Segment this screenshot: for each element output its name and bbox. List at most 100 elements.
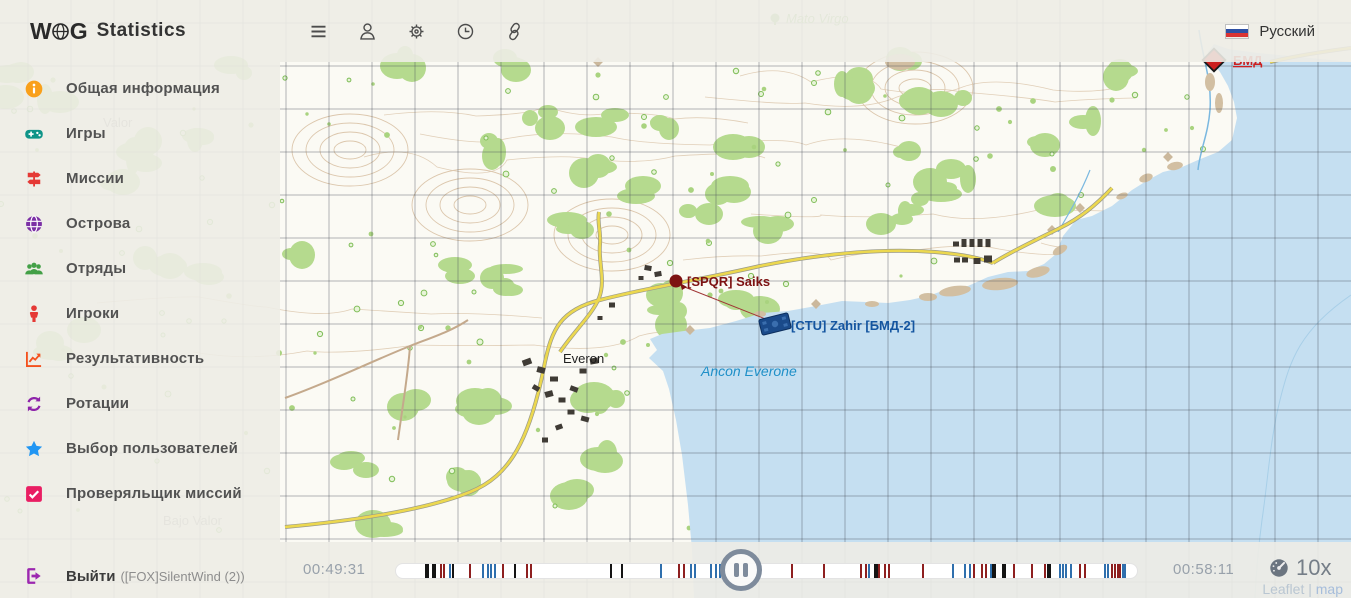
timeline-event-tick — [888, 564, 890, 578]
language-selector[interactable]: Русский — [1225, 23, 1351, 40]
timeline-event-tick — [683, 564, 685, 578]
timeline-event-tick — [440, 564, 442, 578]
timeline-event-tick — [1002, 564, 1006, 578]
timeline-event-tick — [1079, 564, 1081, 578]
sidebar-item-sync[interactable]: Ротации — [0, 381, 280, 426]
sidebar-item-label: Общая информация — [66, 80, 220, 97]
map-label: Ancon Everone — [700, 363, 797, 379]
svg-text:[CTU] Zahir [БМД-2]: [CTU] Zahir [БМД-2] — [791, 318, 915, 333]
timeline-event-tick — [469, 564, 471, 578]
timeline-event-tick — [1070, 564, 1072, 578]
speedometer-icon — [1268, 557, 1290, 579]
pause-bar-icon — [734, 563, 739, 577]
sidebar-item-label: Игроки — [66, 305, 119, 322]
sidebar-item-label: Результативность — [66, 350, 204, 367]
top-nav-icons — [280, 20, 525, 42]
sidebar-item-label: Отряды — [66, 260, 126, 277]
timeline-event-tick — [981, 564, 983, 578]
logo-mark: W G — [30, 18, 87, 45]
timeline-event-tick — [1124, 564, 1126, 578]
timeline-event-tick — [502, 564, 504, 578]
settings-icon[interactable] — [405, 20, 427, 42]
timeline-event-tick — [694, 564, 696, 578]
language-label: Русский — [1259, 23, 1315, 40]
sidebar-item-logout[interactable]: Выйти ([FOX]SilentWind (2)) — [0, 554, 280, 598]
sidebar-item-label: Ротации — [66, 395, 129, 412]
timeline-event-tick — [660, 564, 662, 578]
sidebar-item-globe[interactable]: Острова — [0, 201, 280, 246]
sidebar-item-signpost[interactable]: Миссии — [0, 156, 280, 201]
timeline-bar: 00:49:31 00:58:11 10x Leaflet | map — [280, 542, 1351, 598]
timeline-event-tick — [860, 564, 862, 578]
sidebar-item-checkbox[interactable]: Проверяльщик миссий — [0, 471, 280, 516]
gamepad-icon — [24, 124, 44, 144]
timeline-seekbar[interactable] — [395, 563, 1138, 579]
timeline-event-tick — [482, 564, 484, 578]
globe-logo-icon — [51, 22, 70, 41]
map-label: Everon — [563, 351, 604, 366]
info-icon — [24, 79, 44, 99]
timeline-event-tick — [526, 564, 528, 578]
timeline-event-tick — [1059, 564, 1061, 578]
user-icon[interactable] — [356, 20, 378, 42]
logout-label: Выйти — [66, 568, 115, 585]
timeline-event-tick — [449, 564, 451, 578]
timeline-event-tick — [530, 564, 532, 578]
sidebar-item-users[interactable]: Отряды — [0, 246, 280, 291]
timeline-event-tick — [865, 564, 867, 578]
logout-icon — [24, 566, 44, 586]
sidebar-item-label: Выбор пользователей — [66, 440, 238, 457]
timeline-event-tick — [952, 564, 954, 578]
sidebar-item-gamepad[interactable]: Игры — [0, 111, 280, 156]
timeline-event-tick — [969, 564, 971, 578]
timeline-event-tick — [1049, 564, 1051, 578]
link-icon[interactable] — [503, 20, 525, 42]
person-icon — [24, 304, 44, 324]
timeline-event-tick — [878, 564, 880, 578]
timeline-event-tick — [1104, 564, 1106, 578]
timeline-event-tick — [690, 564, 692, 578]
timeline-event-tick — [452, 564, 454, 578]
timeline-event-tick — [715, 564, 717, 578]
star-icon — [24, 439, 44, 459]
sidebar-item-chart[interactable]: Результативность — [0, 336, 280, 381]
sidebar: W G Statistics Общая информация Игры Мис… — [0, 0, 280, 598]
current-time: 00:49:31 — [303, 561, 365, 578]
russian-flag-icon — [1225, 24, 1249, 39]
timeline-event-tick — [710, 564, 712, 578]
timeline-event-tick — [621, 564, 623, 578]
timeline-event-tick — [1062, 564, 1064, 578]
sidebar-item-info[interactable]: Общая информация — [0, 66, 280, 111]
sidebar-item-star[interactable]: Выбор пользователей — [0, 426, 280, 471]
sidebar-item-label: Острова — [66, 215, 130, 232]
logout-user: ([FOX]SilentWind (2)) — [120, 569, 244, 584]
sync-icon — [24, 394, 44, 414]
timeline-event-tick — [1107, 564, 1109, 578]
pause-button[interactable] — [720, 549, 762, 591]
playback-speed[interactable]: 10x — [1268, 555, 1331, 581]
timeline-event-tick — [884, 564, 886, 578]
top-bar: Русский — [280, 0, 1351, 62]
timeline-event-tick — [922, 564, 924, 578]
menu-icon[interactable] — [307, 20, 329, 42]
timeline-event-tick — [985, 564, 987, 578]
svg-text:[SPQR] Saiks: [SPQR] Saiks — [687, 274, 770, 289]
pause-bar-icon — [743, 563, 748, 577]
timeline-event-tick — [868, 564, 870, 578]
timeline-event-tick — [1111, 564, 1113, 578]
history-icon[interactable] — [454, 20, 476, 42]
timeline-event-tick — [1084, 564, 1086, 578]
users-icon — [24, 259, 44, 279]
timeline-event-tick — [1031, 564, 1033, 578]
timeline-event-tick — [1114, 564, 1116, 578]
sidebar-item-person[interactable]: Игроки — [0, 291, 280, 336]
speed-label: 10x — [1296, 555, 1331, 581]
app-logo[interactable]: W G Statistics — [0, 0, 280, 62]
signpost-icon — [24, 169, 44, 189]
map-attribution[interactable]: Leaflet | map — [1262, 581, 1343, 597]
timeline-event-tick — [791, 564, 793, 578]
timeline-event-tick — [425, 564, 429, 578]
checkbox-icon — [24, 484, 44, 504]
timeline-event-tick — [973, 564, 975, 578]
timeline-event-tick — [964, 564, 966, 578]
